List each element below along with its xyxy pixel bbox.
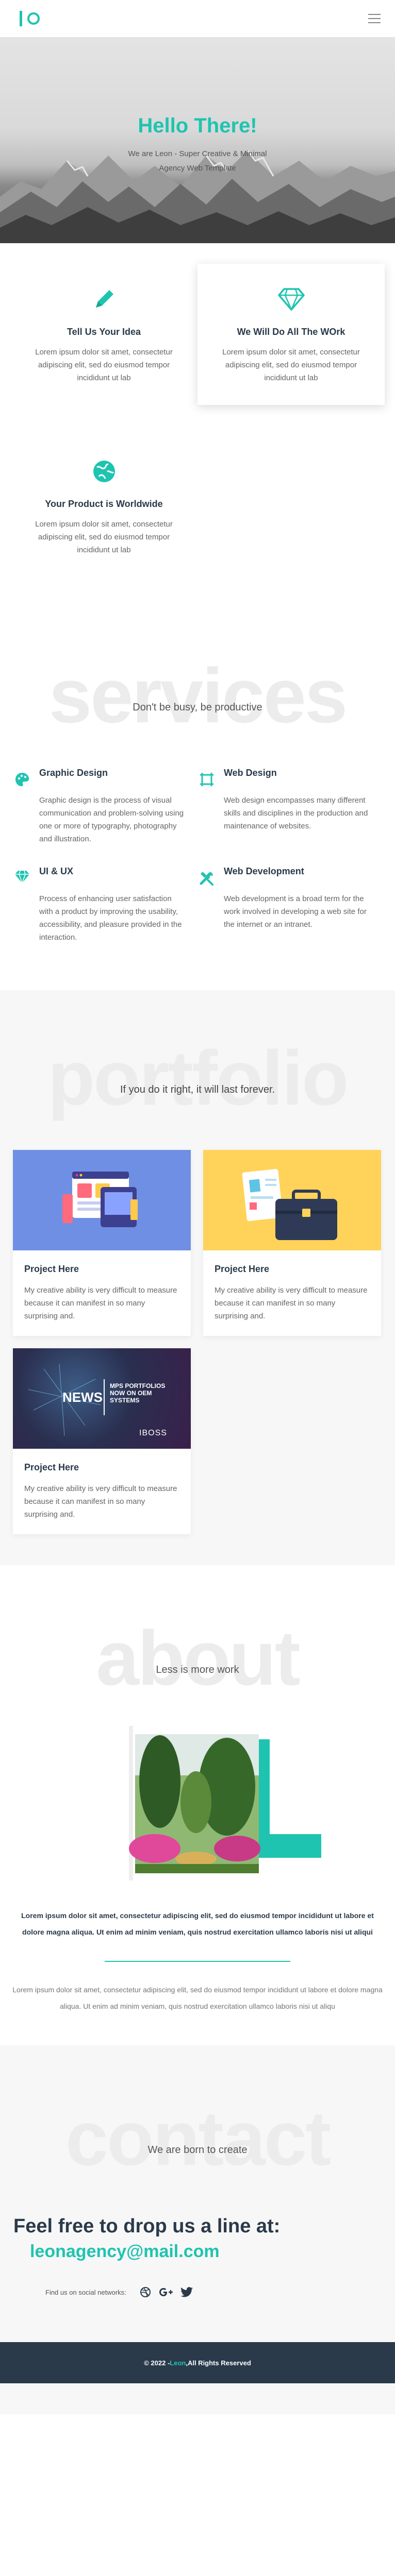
google-plus-icon[interactable] [159, 2285, 173, 2299]
portfolio-image [203, 1150, 381, 1250]
footer-brand[interactable]: Leon [170, 2359, 186, 2367]
feature-title: Your Product is Worldwide [45, 499, 163, 509]
service-text: Process of enhancing user satisfaction w… [39, 894, 182, 942]
divider [105, 1961, 290, 1962]
service-item: Web Development Web development is a bro… [195, 866, 380, 944]
feature-title: Tell Us Your Idea [67, 327, 141, 337]
service-title: UI & UX [39, 866, 74, 876]
dribbble-icon[interactable] [139, 2285, 152, 2299]
services-section: services Don't be busy, be productive Gr… [0, 613, 395, 990]
footer: © 2022 - Leon ,All Rights Reserved [0, 2342, 395, 2383]
palette-icon [10, 768, 39, 845]
menu-line [368, 22, 381, 23]
service-item: UI & UX Process of enhancing user satisf… [10, 866, 195, 944]
about-section: about Less is more work Lorem ipsum dolo… [0, 1565, 395, 2045]
diamond-icon [218, 286, 364, 312]
footer-suffix: ,All Rights Reserved [186, 2359, 251, 2367]
section-heading: about Less is more work [0, 1617, 395, 1699]
social-label: Find us on social networks: [45, 2288, 126, 2296]
logo[interactable] [20, 11, 40, 26]
contact-email-link[interactable]: leonagency@mail.com [0, 2238, 395, 2262]
about-bold-text: Lorem ipsum dolor sit amet, consectetur … [21, 1911, 374, 1936]
feature-card: Your Product is Worldwide Lorem ipsum do… [10, 436, 198, 577]
section-tagline: We are born to create [147, 2144, 248, 2156]
section-heading: contact We are born to create [0, 2097, 395, 2179]
feature-text: Lorem ipsum dolor sit amet, consectetur … [35, 520, 173, 554]
portfolio-title: Project Here [215, 1264, 270, 1274]
about-visual [0, 1720, 395, 1885]
feature-card: We Will Do All The WOrk Lorem ipsum dolo… [198, 264, 385, 405]
portfolio-image [13, 1150, 191, 1250]
service-title: Web Development [224, 866, 304, 876]
portfolio-card[interactable]: Project Here My creative ability is very… [203, 1150, 381, 1336]
portfolio-card[interactable]: Project Here My creative ability is very… [13, 1150, 191, 1336]
feature-title: We Will Do All The WOrk [237, 327, 345, 337]
hero-subtitle: We are Leon - Super Creative & Minimal A… [128, 149, 267, 173]
portfolio-text: My creative ability is very difficult to… [215, 1286, 368, 1320]
twitter-icon[interactable] [180, 2285, 193, 2299]
section-tagline: Don't be busy, be productive [133, 702, 262, 713]
top-navbar [0, 0, 395, 37]
section-heading: services Don't be busy, be productive [0, 654, 395, 737]
diamond-icon [10, 866, 39, 944]
contact-section: contact We are born to create Feel free … [0, 2045, 395, 2414]
feature-text: Lorem ipsum dolor sit amet, consectetur … [35, 348, 173, 382]
pen-icon [31, 286, 177, 312]
portfolio-text: My creative ability is very difficult to… [24, 1484, 177, 1519]
social-links: Find us on social networks: [0, 2262, 395, 2299]
portfolio-image: NEWS MPS PORTFOLIOS NOW ON OEM SYSTEMS I… [13, 1348, 191, 1449]
section-ghost-title: portfolio [47, 1035, 349, 1121]
hamburger-icon[interactable] [368, 14, 381, 23]
service-item: Graphic Design Graphic design is the pro… [10, 768, 195, 845]
section-tagline: Less is more work [156, 1664, 239, 1675]
menu-line [368, 14, 381, 15]
tools-icon [195, 866, 224, 944]
feature-card: Tell Us Your Idea Lorem ipsum dolor sit … [10, 264, 198, 405]
section-ghost-title: about [96, 1615, 300, 1701]
crop-icon [195, 768, 224, 845]
feature-text: Lorem ipsum dolor sit amet, consectetur … [222, 348, 360, 382]
image-brand: IBOSS [139, 1429, 167, 1437]
section-heading: portfolio If you do it right, it will la… [0, 1037, 395, 1119]
hero-section: Hello There! We are Leon - Super Creativ… [0, 37, 395, 243]
portfolio-card[interactable]: NEWS MPS PORTFOLIOS NOW ON OEM SYSTEMS I… [13, 1348, 191, 1534]
section-ghost-title: services [48, 652, 348, 739]
image-news-label: NEWS [62, 1389, 103, 1405]
service-title: Graphic Design [39, 768, 108, 778]
service-text: Web development is a broad term for the … [224, 894, 367, 929]
service-title: Web Design [224, 768, 277, 778]
contact-headline: Feel free to drop us a line at: [13, 2215, 281, 2237]
about-text: Lorem ipsum dolor sit amet, consectetur … [12, 1986, 383, 2010]
service-text: Graphic design is the process of visual … [39, 796, 184, 843]
logo-bar [20, 11, 22, 26]
footer-prefix: © 2022 - [144, 2359, 170, 2367]
image-caption: MPS PORTFOLIOS NOW ON OEM SYSTEMS [110, 1382, 166, 1404]
hero-title: Hello There! [138, 114, 257, 137]
globe-icon [31, 459, 177, 484]
portfolio-text: My creative ability is very difficult to… [24, 1286, 177, 1320]
menu-line [368, 18, 381, 19]
features-section: Tell Us Your Idea Lorem ipsum dolor sit … [0, 243, 395, 613]
portfolio-title: Project Here [24, 1462, 79, 1472]
about-image [129, 1726, 321, 1880]
portfolio-title: Project Here [24, 1264, 79, 1274]
logo-ring [27, 12, 40, 25]
section-ghost-title: contact [65, 2095, 331, 2181]
section-tagline: If you do it right, it will last forever… [120, 1084, 275, 1095]
service-item: Web Design Web design encompasses many d… [195, 768, 380, 845]
service-text: Web design encompasses many different sk… [224, 796, 368, 831]
portfolio-section: portfolio If you do it right, it will la… [0, 990, 395, 1565]
